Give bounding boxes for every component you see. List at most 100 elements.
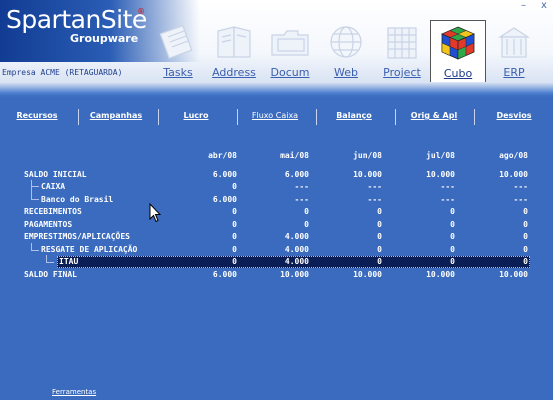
company-name: Empresa ACME (RETAGUARDA) [2,68,123,77]
table-cell[interactable]: --- [249,195,309,204]
table-cell[interactable]: --- [468,182,528,191]
table-row[interactable]: PAGAMENTOS 0 0 0 0 0 [0,219,553,231]
module-docum-label: Docum [270,66,310,79]
table-cell[interactable]: 10.000 [468,170,528,179]
column-header[interactable]: mai/08 [249,151,309,160]
tab-separator [395,109,396,125]
table-cell[interactable]: 0 [468,220,528,229]
close-button[interactable]: x [541,0,547,11]
table-cell[interactable]: 0 [468,257,528,266]
brand-subtitle: Groupware [70,32,139,45]
table-cell[interactable]: --- [322,182,382,191]
module-erp-label: ERP [503,66,525,79]
table-cell[interactable]: 0 [468,245,528,254]
table-cell[interactable]: 0 [177,207,237,216]
table-cell[interactable]: --- [249,182,309,191]
table-cell[interactable]: 0 [177,257,237,266]
module-docum[interactable]: Docum [264,20,316,82]
table-cell[interactable]: 0 [177,220,237,229]
table-cell[interactable]: 6.000 [177,270,237,279]
minimize-button[interactable]: – [521,0,526,11]
module-web[interactable]: Web [320,20,372,82]
table-cell[interactable]: 0 [322,232,382,241]
table-cell[interactable]: 10.000 [395,270,455,279]
tab-orig-apl[interactable]: Orig & Apl [411,111,457,120]
registered-mark: ® [137,7,145,16]
table-row[interactable]: RECEBIMENTOS 0 0 0 0 0 [0,206,553,218]
table-cell[interactable]: 10.000 [322,170,382,179]
table-cell[interactable]: 0 [322,245,382,254]
table-cell[interactable]: 6.000 [249,170,309,179]
module-cubo-label: Cubo [443,67,473,80]
module-tasks[interactable]: Tasks [152,20,204,82]
module-address-label: Address [212,66,256,79]
column-header[interactable]: ago/08 [468,151,528,160]
tab-recursos[interactable]: Recursos [17,111,58,120]
table-cell[interactable]: 4.000 [249,232,309,241]
module-address[interactable]: Address [208,20,260,82]
table-cell[interactable]: 10.000 [468,270,528,279]
table-cell[interactable]: --- [468,195,528,204]
table-cell[interactable]: 0 [468,232,528,241]
table-cell[interactable]: 0 [249,207,309,216]
globe-icon [330,26,362,58]
table-cell[interactable]: 0 [395,220,455,229]
table-row[interactable]: SALDO FINAL 6.000 10.000 10.000 10.000 1… [0,269,553,281]
table-row[interactable]: SALDO INICIAL 6.000 6.000 10.000 10.000 … [0,169,553,181]
table-cell[interactable]: 6.000 [177,170,237,179]
module-project[interactable]: Project [376,20,428,82]
tasks-icon [159,24,193,60]
tab-fluxo-caixa[interactable]: Fluxo Caixa [252,111,298,120]
tab-campanhas[interactable]: Campanhas [90,111,142,120]
row-label: CAIXA [41,182,66,191]
address-book-icon [217,26,251,58]
folder-icon [271,30,309,56]
table-cell[interactable]: --- [322,195,382,204]
table-cell[interactable]: 6.000 [177,195,237,204]
tab-separator [237,109,238,125]
table-cell[interactable]: 10.000 [249,270,309,279]
table-cell[interactable]: 0 [395,207,455,216]
table-row[interactable]: CAIXA 0 --- --- --- --- [0,181,553,193]
table-row[interactable]: EMPRESTIMOS/APLICAÇÕES 0 4.000 0 0 0 [0,231,553,243]
table-cell[interactable]: 0 [177,232,237,241]
table-cell[interactable]: 4.000 [249,257,309,266]
table-row[interactable]: RESGATE DE APLICAÇÃO 0 4.000 0 0 0 [0,244,553,256]
tab-lucro[interactable]: Lucro [184,111,209,120]
table-cell[interactable]: 4.000 [249,245,309,254]
table-cell[interactable]: 0 [177,182,237,191]
module-project-label: Project [383,66,421,79]
report-tab-bar: Recursos Campanhas Lucro Fluxo Caixa Bal… [0,109,553,127]
project-icon [387,27,417,59]
row-label: RESGATE DE APLICAÇÃO [41,245,138,254]
tab-desvios[interactable]: Desvios [496,111,531,120]
column-header[interactable]: jul/08 [395,151,455,160]
column-header[interactable]: jun/08 [322,151,382,160]
module-erp[interactable]: ERP [488,20,540,82]
table-cell[interactable]: 0 [322,220,382,229]
table-cell[interactable]: 0 [395,232,455,241]
table-cell[interactable]: 0 [395,257,455,266]
row-label: PAGAMENTOS [24,220,73,229]
mouse-cursor-icon [149,203,161,223]
tab-balanco[interactable]: Balanço [336,111,372,120]
erp-icon [497,27,531,58]
table-cell[interactable]: 0 [177,245,237,254]
tab-separator [474,109,475,125]
table-cell[interactable]: 10.000 [395,170,455,179]
table-row-selected[interactable]: ITAU 0 4.000 0 0 0 [0,256,553,268]
tab-separator [78,109,79,125]
table-cell[interactable]: 0 [249,220,309,229]
column-header[interactable]: abr/08 [177,151,237,160]
cube-icon [441,26,475,60]
table-cell[interactable]: 0 [322,207,382,216]
table-cell[interactable]: 0 [468,207,528,216]
table-cell[interactable]: 0 [395,245,455,254]
module-cubo[interactable]: Cubo [430,20,486,82]
table-row[interactable]: Banco do Brasil 6.000 --- --- --- --- [0,194,553,206]
table-cell[interactable]: 0 [322,257,382,266]
table-cell[interactable]: --- [395,195,455,204]
table-cell[interactable]: 10.000 [322,270,382,279]
table-cell[interactable]: --- [395,182,455,191]
tools-tab[interactable]: Ferramentas [52,388,96,396]
